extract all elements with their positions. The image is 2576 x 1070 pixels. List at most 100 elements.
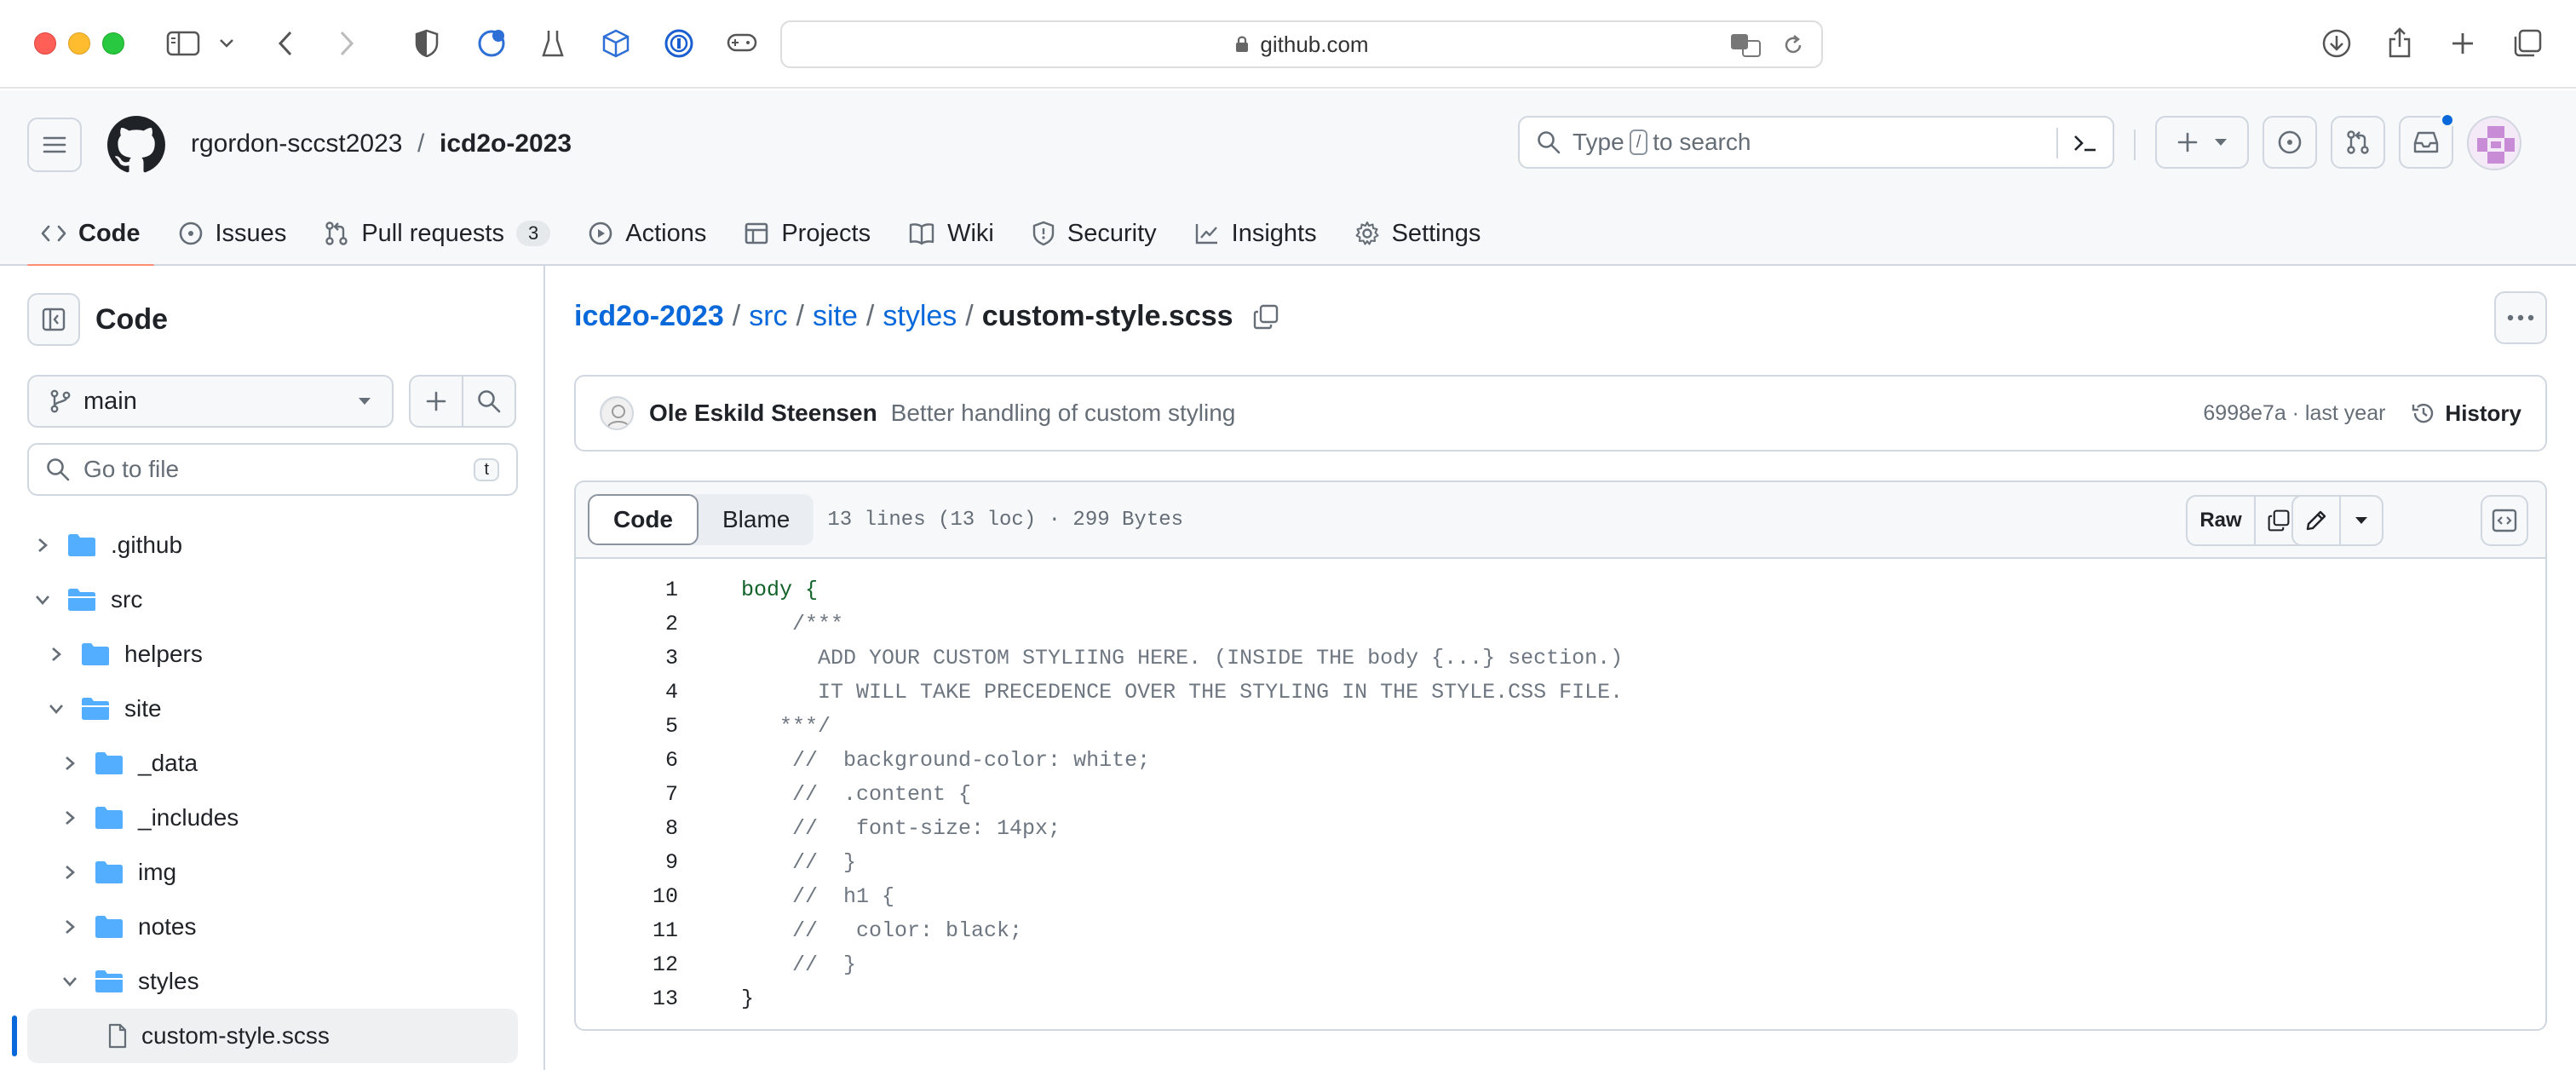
tree-item-label: styles: [138, 968, 199, 994]
breadcrumb-link-site[interactable]: site: [813, 300, 858, 333]
tree-item-src[interactable]: src: [0, 572, 545, 627]
symbols-panel-button[interactable]: [2481, 495, 2528, 546]
branch-name: main: [83, 387, 137, 415]
chevron-down-icon[interactable]: [31, 588, 55, 612]
tree-item-custom-style-scss[interactable]: custom-style.scss: [12, 1009, 518, 1063]
tree-item-notes[interactable]: notes: [0, 900, 545, 954]
copy-path-icon[interactable]: [1252, 303, 1279, 331]
share-icon[interactable]: [2382, 26, 2418, 61]
github-logo-icon[interactable]: [107, 116, 165, 174]
folder-icon: [94, 751, 124, 776]
search-files-button[interactable]: [462, 375, 516, 428]
sidebar-toggle-icon[interactable]: [165, 26, 201, 61]
tree-item-data[interactable]: _data: [0, 736, 545, 791]
pull-requests-button[interactable]: [2331, 116, 2385, 169]
line-number[interactable]: 3: [576, 646, 678, 670]
tree-item-helpers[interactable]: helpers: [0, 627, 545, 682]
chevron-right-icon[interactable]: [44, 642, 68, 666]
tab-pull-requests[interactable]: Pull requests 3: [310, 199, 564, 268]
chevron-right-icon[interactable]: [58, 751, 82, 775]
breadcrumb-link-repo[interactable]: icd2o-2023: [574, 300, 724, 333]
address-bar[interactable]: github.com: [780, 20, 1823, 68]
repo-name-link[interactable]: icd2o-2023: [440, 129, 572, 158]
chevron-right-icon[interactable]: [58, 915, 82, 939]
issues-button[interactable]: [2263, 116, 2317, 169]
breadcrumb-link-styles[interactable]: styles: [883, 300, 957, 333]
tab-actions[interactable]: Actions: [574, 199, 720, 268]
code-view-button[interactable]: Code: [588, 494, 699, 545]
tab-code[interactable]: Code: [27, 199, 154, 268]
downloads-icon[interactable]: [2319, 26, 2355, 61]
tree-item-label: img: [138, 859, 177, 885]
minimize-window-button[interactable]: [68, 32, 90, 55]
chevron-down-icon[interactable]: [211, 26, 242, 61]
breadcrumb-link-src[interactable]: src: [749, 300, 787, 333]
privacy-shield-icon[interactable]: [409, 26, 445, 61]
tree-item-styles[interactable]: styles: [0, 954, 545, 1009]
tree-item-github[interactable]: .github: [0, 518, 545, 572]
commit-message[interactable]: Better handling of custom styling: [891, 400, 2204, 427]
more-options-button[interactable]: [2494, 291, 2547, 344]
tree-item-site[interactable]: site: [0, 682, 545, 736]
tree-item-includes[interactable]: _includes: [0, 791, 545, 845]
tab-insights[interactable]: Insights: [1181, 199, 1331, 268]
cube-icon[interactable]: [598, 26, 634, 61]
commit-author[interactable]: Ole Eskild Steensen: [649, 400, 877, 427]
zoom-window-button[interactable]: [102, 32, 124, 55]
menu-button[interactable]: [27, 118, 82, 172]
tree-item-img[interactable]: img: [0, 845, 545, 900]
tree-item-label: custom-style.scss: [141, 1022, 330, 1049]
line-number[interactable]: 5: [576, 714, 678, 739]
line-number[interactable]: 2: [576, 612, 678, 636]
tab-wiki[interactable]: Wiki: [894, 199, 1008, 268]
extension-icon[interactable]: [474, 26, 509, 61]
collapse-sidebar-button[interactable]: [27, 293, 80, 346]
inbox-button[interactable]: [2399, 112, 2455, 169]
tab-security[interactable]: Security: [1018, 199, 1170, 268]
go-to-file-input[interactable]: Go to file t: [27, 443, 518, 496]
tab-overview-icon[interactable]: [2510, 26, 2545, 61]
flask-icon[interactable]: [535, 26, 571, 61]
create-new-button[interactable]: [2155, 116, 2249, 169]
history-button[interactable]: History: [2411, 400, 2521, 427]
tab-issues[interactable]: Issues: [164, 199, 301, 268]
close-window-button[interactable]: [34, 32, 56, 55]
line-number[interactable]: 10: [576, 884, 678, 909]
user-avatar[interactable]: [2467, 116, 2521, 170]
chevron-right-icon[interactable]: [58, 806, 82, 830]
raw-button[interactable]: Raw: [2188, 497, 2256, 544]
branch-select[interactable]: main: [27, 375, 394, 428]
tab-projects[interactable]: Projects: [730, 199, 884, 268]
line-number[interactable]: 8: [576, 816, 678, 841]
edit-file-button[interactable]: [2293, 497, 2341, 544]
reload-icon[interactable]: [1782, 34, 1804, 56]
commit-meta[interactable]: 6998e7a · last year: [2203, 401, 2385, 426]
repo-owner-link[interactable]: rgordon-sccst2023: [191, 129, 402, 158]
chevron-down-icon[interactable]: [58, 969, 82, 993]
line-text: ADD YOUR CUSTOM STYLIING HERE. (INSIDE T…: [741, 645, 1624, 670]
new-tab-icon[interactable]: [2445, 26, 2481, 61]
chevron-right-icon[interactable]: [58, 860, 82, 884]
command-palette-icon[interactable]: [2068, 128, 2102, 158]
add-file-button[interactable]: [409, 375, 463, 428]
tab-settings[interactable]: Settings: [1341, 199, 1495, 268]
line-number[interactable]: 12: [576, 952, 678, 977]
password-manager-icon[interactable]: [661, 26, 697, 61]
line-number[interactable]: 13: [576, 987, 678, 1011]
chevron-right-icon[interactable]: [31, 533, 55, 557]
game-controller-icon[interactable]: [724, 26, 760, 61]
line-number[interactable]: 11: [576, 918, 678, 943]
chevron-down-icon[interactable]: [44, 697, 68, 721]
blame-view-button[interactable]: Blame: [699, 494, 814, 545]
line-number[interactable]: 4: [576, 680, 678, 705]
line-number[interactable]: 1: [576, 578, 678, 602]
back-icon[interactable]: [267, 26, 303, 61]
commit-author-avatar[interactable]: [600, 396, 634, 430]
line-number[interactable]: 9: [576, 850, 678, 875]
forward-icon[interactable]: [329, 26, 365, 61]
search-input[interactable]: Type / to search: [1518, 116, 2114, 169]
edit-menu-button[interactable]: [2341, 497, 2382, 544]
translate-icon[interactable]: [1729, 32, 1763, 58]
line-number[interactable]: 6: [576, 748, 678, 773]
line-number[interactable]: 7: [576, 782, 678, 807]
